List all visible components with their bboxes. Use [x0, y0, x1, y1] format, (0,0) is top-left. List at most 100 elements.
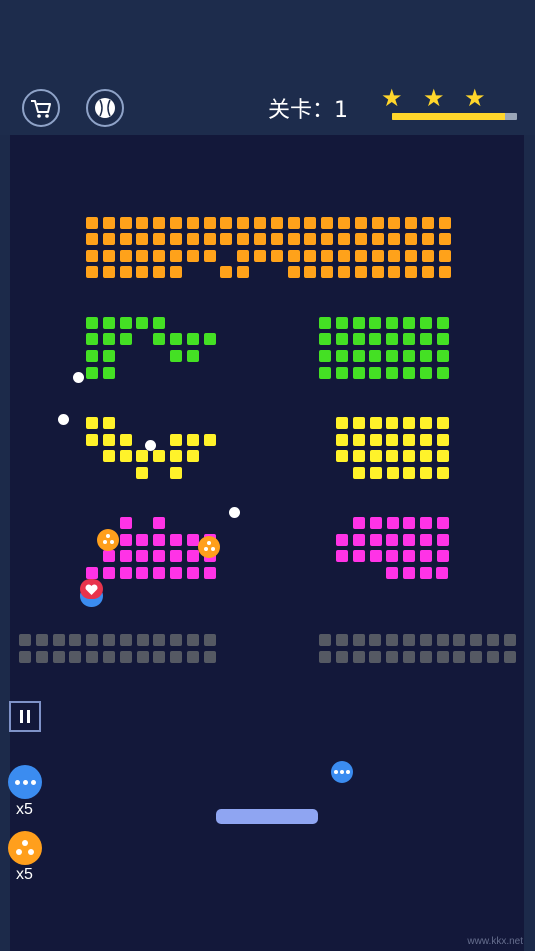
brick	[186, 550, 199, 562]
brick	[287, 217, 300, 229]
ball	[145, 440, 156, 451]
brick	[186, 333, 199, 345]
paddle[interactable]	[216, 809, 318, 824]
brick	[119, 517, 132, 529]
brick	[319, 367, 331, 379]
brick	[119, 534, 132, 546]
brick	[321, 266, 334, 278]
brick	[136, 467, 149, 479]
brick	[436, 567, 449, 579]
baseball-icon	[95, 98, 115, 118]
brick	[203, 634, 216, 646]
brick	[436, 333, 449, 345]
brick	[352, 450, 365, 462]
brick	[436, 317, 449, 329]
brick	[369, 350, 382, 362]
brick	[419, 350, 432, 362]
brick	[335, 333, 348, 345]
brick	[438, 233, 451, 245]
brick	[419, 634, 432, 646]
brick	[321, 217, 334, 229]
brick	[352, 367, 365, 379]
brick	[136, 450, 149, 462]
brick	[136, 250, 149, 262]
brick	[436, 651, 449, 663]
brick	[438, 217, 451, 229]
pause-icon	[20, 710, 23, 723]
split-powerup-button[interactable]	[8, 831, 42, 865]
brick	[203, 217, 216, 229]
brick	[405, 250, 418, 262]
brick	[186, 217, 199, 229]
brick	[170, 266, 182, 278]
brick	[369, 534, 382, 546]
brick	[86, 350, 98, 362]
brick	[369, 333, 382, 345]
brick	[386, 517, 399, 529]
brick	[153, 534, 166, 546]
brick	[304, 250, 317, 262]
brick	[419, 333, 432, 345]
brick	[186, 567, 199, 579]
brick	[86, 417, 98, 429]
brick	[102, 317, 115, 329]
brick	[470, 634, 483, 646]
brick	[119, 317, 132, 329]
brick	[304, 266, 317, 278]
brick	[321, 250, 334, 262]
brick	[153, 233, 166, 245]
brick	[136, 266, 149, 278]
pause-button[interactable]	[9, 701, 41, 732]
brick	[386, 350, 399, 362]
level-progress-bar	[392, 113, 517, 120]
brick	[352, 350, 365, 362]
ball-skin-button[interactable]	[86, 89, 124, 127]
brick	[170, 233, 182, 245]
brick	[119, 450, 132, 462]
brick	[386, 567, 398, 579]
brick	[419, 367, 432, 379]
brick	[136, 534, 149, 546]
brick	[102, 333, 115, 345]
brick	[420, 517, 433, 529]
brick	[470, 651, 483, 663]
brick	[388, 266, 401, 278]
brick	[420, 434, 432, 446]
brick	[119, 434, 132, 446]
brick	[319, 350, 331, 362]
brick	[153, 567, 166, 579]
brick	[254, 233, 266, 245]
brick	[436, 434, 449, 446]
brick	[487, 634, 499, 646]
brick	[369, 467, 382, 479]
shop-button[interactable]	[22, 89, 60, 127]
brick	[354, 250, 367, 262]
brick	[86, 317, 98, 329]
brick	[403, 634, 415, 646]
brick	[402, 567, 415, 579]
brick	[153, 634, 166, 646]
brick	[186, 233, 199, 245]
shopping-cart-icon	[31, 100, 51, 118]
brick	[304, 217, 317, 229]
brick	[386, 367, 399, 379]
brick	[386, 417, 399, 429]
brick	[419, 317, 432, 329]
brick	[86, 250, 98, 262]
multiball-powerup-drop	[331, 761, 353, 783]
brick	[438, 250, 451, 262]
brick	[186, 434, 199, 446]
brick	[335, 317, 348, 329]
brick	[386, 333, 399, 345]
brick	[353, 467, 365, 479]
brick	[420, 467, 433, 479]
brick	[153, 317, 166, 329]
brick	[338, 217, 350, 229]
multiball-powerup-button[interactable]	[8, 765, 42, 799]
brick	[420, 550, 432, 562]
brick	[436, 534, 449, 546]
brick	[102, 434, 115, 446]
brick	[352, 550, 365, 562]
brick	[319, 333, 331, 345]
star-icon: ★	[423, 84, 445, 112]
